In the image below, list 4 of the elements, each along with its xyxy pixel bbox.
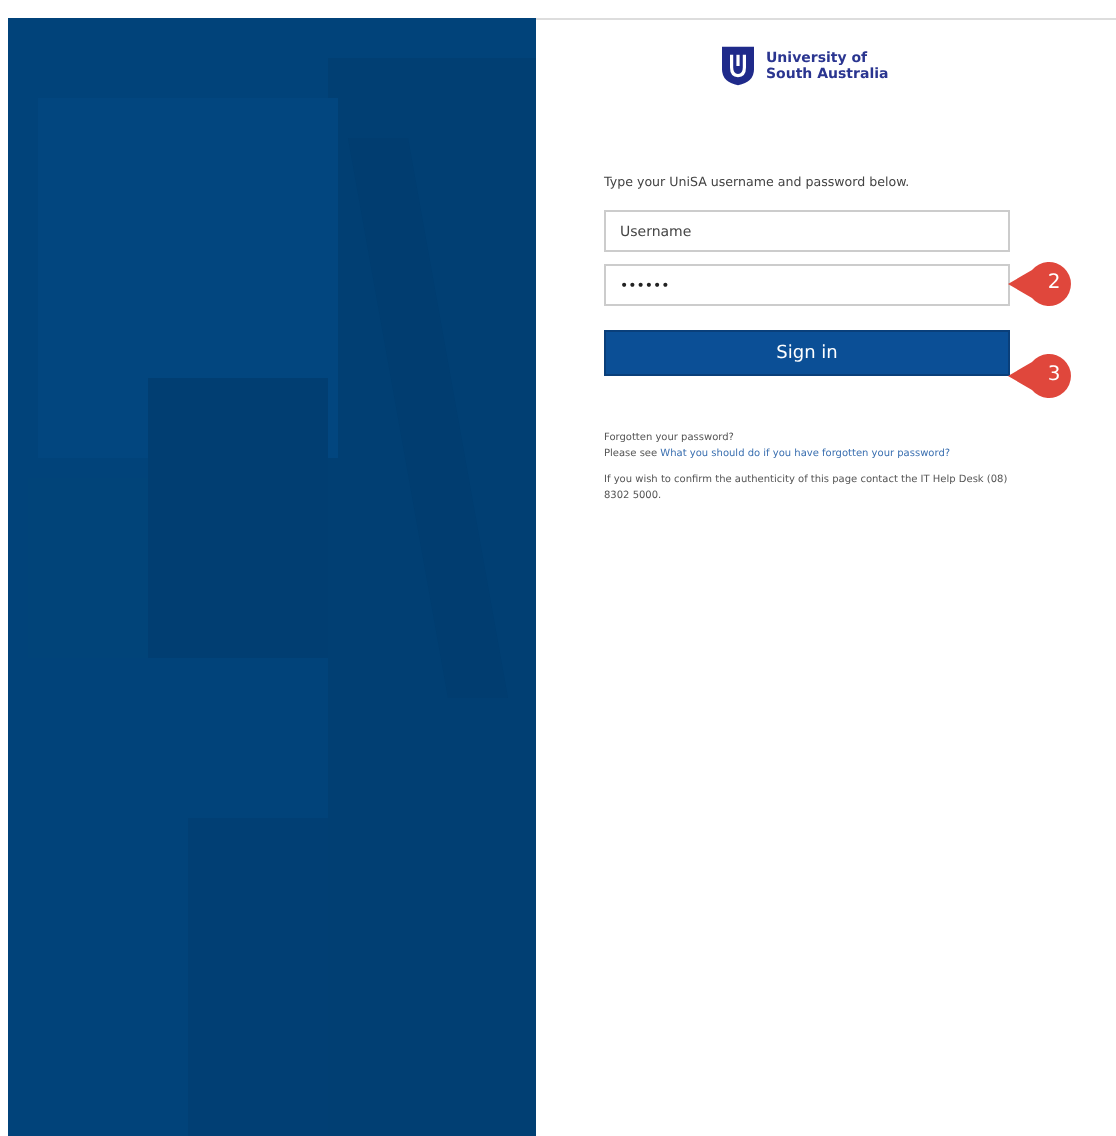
sign-in-button[interactable]: Sign in <box>604 330 1010 376</box>
shield-logo-icon <box>722 46 754 86</box>
callout-badge: 3 <box>1008 352 1076 400</box>
callout-badge: 2 <box>1008 260 1076 308</box>
